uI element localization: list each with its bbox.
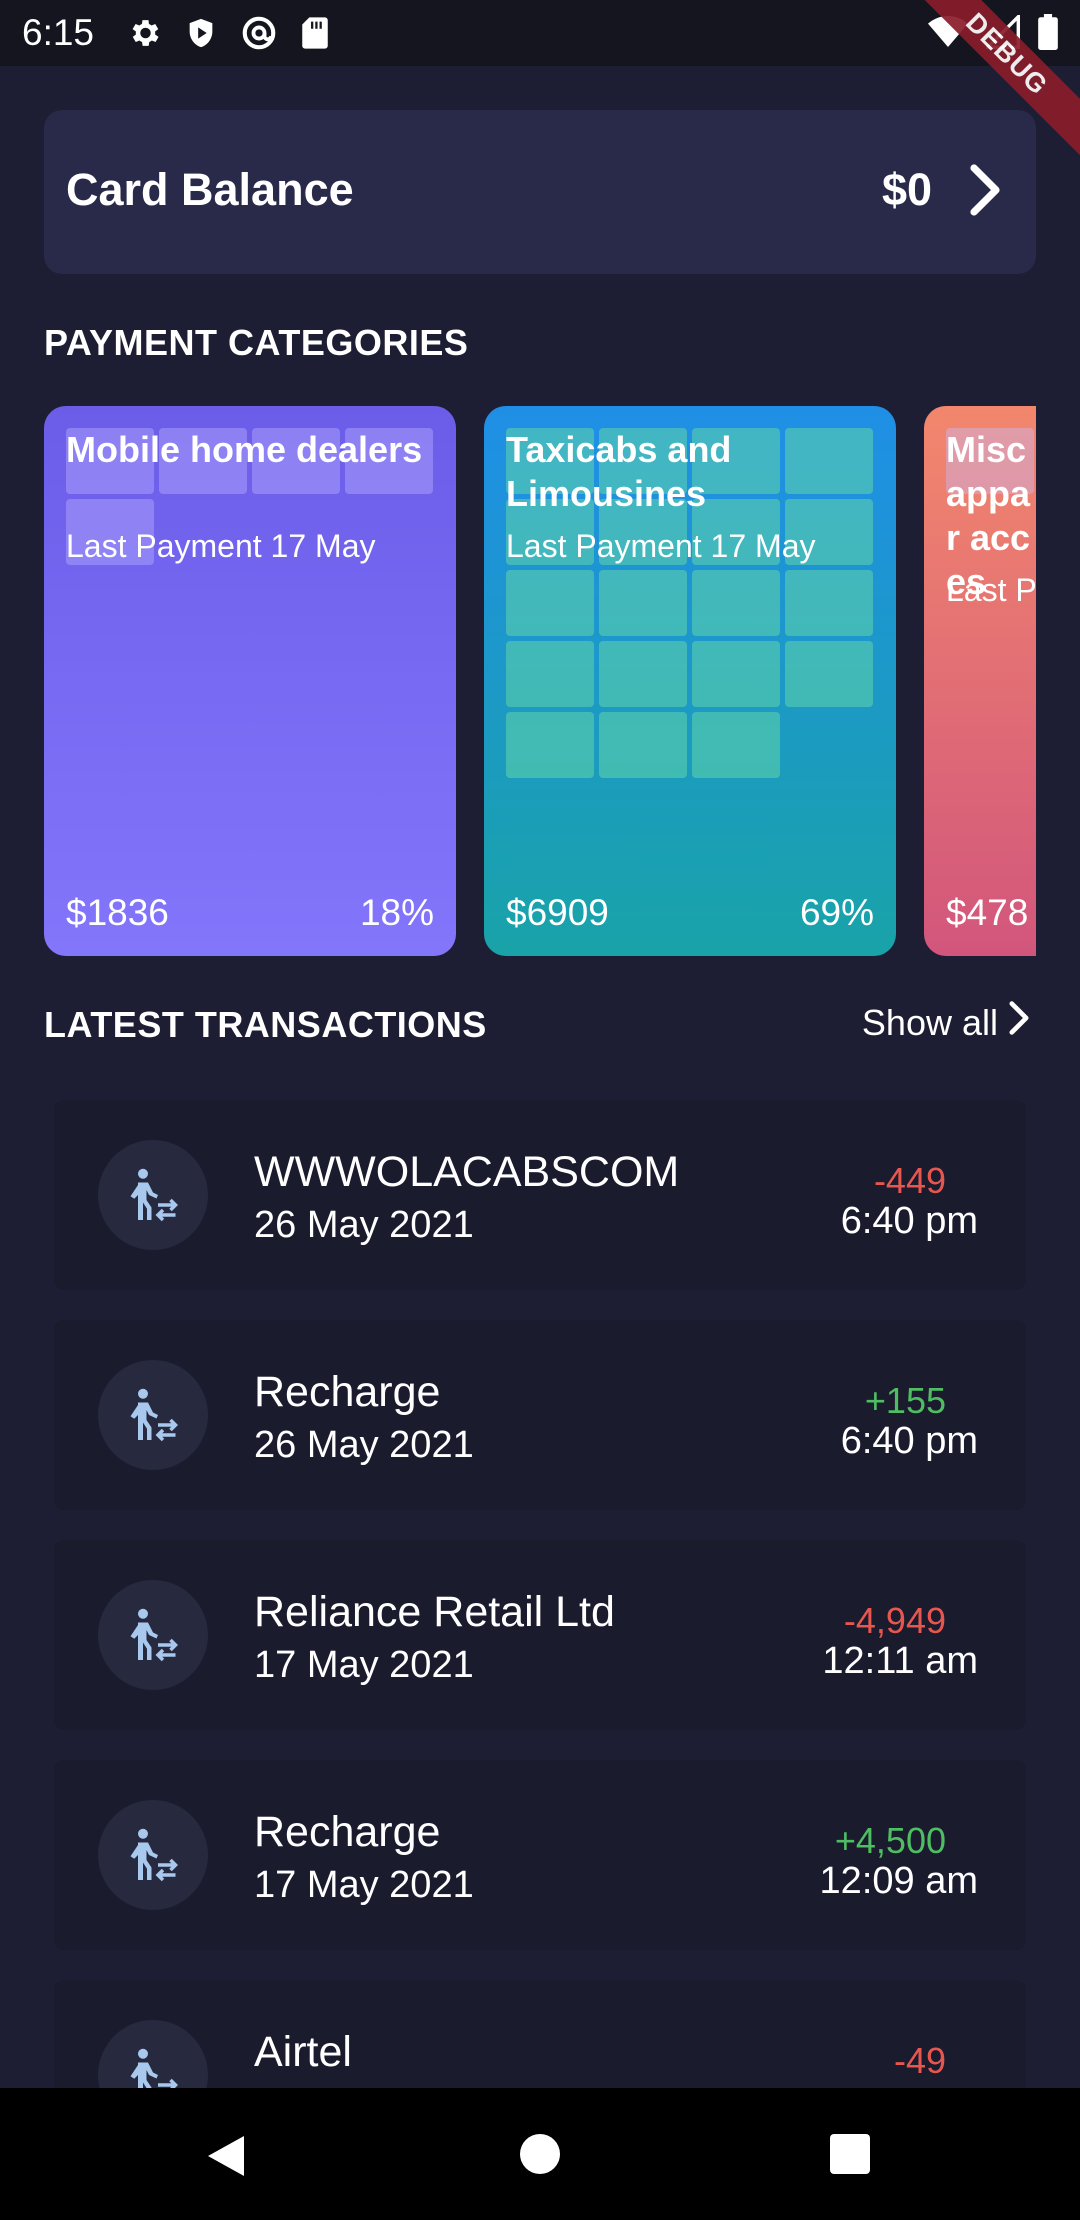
show-all-button[interactable]: Show all bbox=[862, 1000, 1030, 1045]
transfer-walk-icon bbox=[98, 1140, 208, 1250]
transactions-list[interactable]: WWWOLACABSCOM 26 May 2021 -449 6:40 pm R… bbox=[54, 1100, 1026, 2088]
transaction-amount: -449 bbox=[873, 1160, 946, 1201]
recents-icon[interactable] bbox=[828, 2132, 872, 2181]
transaction-time: 12:09 am bbox=[819, 1860, 978, 1902]
category-name: Taxicabs and Limousines bbox=[506, 429, 732, 514]
category-amount: $478 bbox=[946, 892, 1029, 933]
at-circle-icon bbox=[240, 14, 278, 57]
transaction-amount: +4,500 bbox=[834, 1820, 946, 1861]
transaction-name: Reliance Retail Ltd bbox=[254, 1588, 615, 1636]
category-last-payment: Last P bbox=[946, 572, 1036, 608]
transaction-amount: -4,949 bbox=[843, 1600, 946, 1641]
category-name: Mobile home dealers bbox=[66, 429, 423, 470]
grid-tile bbox=[599, 570, 687, 636]
transaction-row[interactable]: Recharge 17 May 2021 +4,500 12:09 am bbox=[54, 1760, 1026, 1950]
category-last-payment: Last Payment 17 May bbox=[506, 528, 816, 564]
navigation-bar bbox=[0, 2088, 1080, 2220]
home-icon[interactable] bbox=[518, 2132, 562, 2181]
status-icons-left bbox=[126, 14, 330, 57]
card-balance-title: Card Balance bbox=[66, 164, 354, 215]
category-last-payment: Last Payment 17 May bbox=[66, 528, 376, 564]
grid-tile bbox=[692, 712, 780, 778]
shield-play-icon bbox=[184, 15, 218, 56]
transaction-date: 26 May 2021 bbox=[254, 1204, 474, 1246]
category-amount: $6909 bbox=[506, 892, 609, 933]
transfer-walk-icon bbox=[98, 1360, 208, 1470]
transfer-walk-icon bbox=[98, 2020, 208, 2088]
transaction-row[interactable]: Recharge 26 May 2021 +155 6:40 pm bbox=[54, 1320, 1026, 1510]
transaction-date: 26 May 2021 bbox=[254, 1424, 474, 1466]
grid-tile bbox=[506, 570, 594, 636]
category-amount: $1836 bbox=[66, 892, 169, 933]
transaction-time: 12:11 am bbox=[822, 1640, 978, 1682]
grid-tile bbox=[785, 570, 873, 636]
grid-tile bbox=[599, 641, 687, 707]
category-card-mobile-home-dealers[interactable]: Mobile home dealers Last Payment 17 May … bbox=[44, 406, 456, 956]
status-bar: 6:15 bbox=[0, 0, 1080, 66]
category-card-taxicabs-and-limousines[interactable]: Taxicabs and Limousines Last Payment 17 … bbox=[484, 406, 896, 956]
grid-tile bbox=[599, 712, 687, 778]
category-card-misc-apparel[interactable]: Misc appar acces Last P $478 bbox=[924, 406, 1036, 956]
show-all-label: Show all bbox=[861, 1001, 998, 1043]
transaction-name: Airtel bbox=[254, 2028, 352, 2076]
transfer-walk-icon bbox=[98, 1800, 208, 1910]
category-percent: 18% bbox=[359, 892, 434, 933]
transaction-name: WWWOLACABSCOM bbox=[254, 1148, 680, 1196]
grid-tile bbox=[506, 641, 594, 707]
transaction-time: 6:40 pm bbox=[840, 1200, 978, 1242]
transaction-name: Recharge bbox=[254, 1368, 441, 1416]
gear-icon bbox=[126, 15, 162, 56]
sd-card-icon bbox=[300, 16, 330, 55]
grid-tile bbox=[785, 641, 873, 707]
transaction-name: Recharge bbox=[254, 1808, 441, 1856]
back-icon[interactable] bbox=[204, 2132, 248, 2185]
transaction-amount: -49 bbox=[893, 2040, 946, 2081]
grid-tile bbox=[506, 712, 594, 778]
card-balance-button[interactable]: Card Balance $0 bbox=[44, 110, 1036, 274]
transaction-date: 17 May 2021 bbox=[254, 1644, 474, 1686]
grid-tile bbox=[692, 570, 780, 636]
payment-categories-carousel[interactable]: Mobile home dealers Last Payment 17 May … bbox=[44, 406, 1036, 958]
transaction-time: 6:40 pm bbox=[840, 1420, 978, 1462]
transaction-row[interactable]: Reliance Retail Ltd 17 May 2021 -4,949 1… bbox=[54, 1540, 1026, 1730]
transaction-row[interactable]: Airtel -49 bbox=[54, 1980, 1026, 2088]
card-balance-value: $0 bbox=[881, 164, 932, 215]
transaction-amount: +155 bbox=[864, 1380, 946, 1421]
chevron-right-icon bbox=[1008, 1000, 1030, 1045]
latest-transactions-title: LATEST TRANSACTIONS bbox=[44, 1004, 487, 1045]
transfer-walk-icon bbox=[98, 1580, 208, 1690]
grid-tile bbox=[692, 641, 780, 707]
status-time: 6:15 bbox=[22, 12, 95, 53]
transaction-row[interactable]: WWWOLACABSCOM 26 May 2021 -449 6:40 pm bbox=[54, 1100, 1026, 1290]
category-percent: 69% bbox=[799, 892, 874, 933]
chevron-right-icon bbox=[966, 162, 1006, 223]
app-screen: 6:15 DEBUG Card Balance $0 PAYMENT CATEG… bbox=[0, 0, 1080, 2220]
battery-icon bbox=[1038, 14, 1058, 55]
payment-categories-title: PAYMENT CATEGORIES bbox=[44, 322, 469, 363]
transaction-date: 17 May 2021 bbox=[254, 1864, 474, 1906]
